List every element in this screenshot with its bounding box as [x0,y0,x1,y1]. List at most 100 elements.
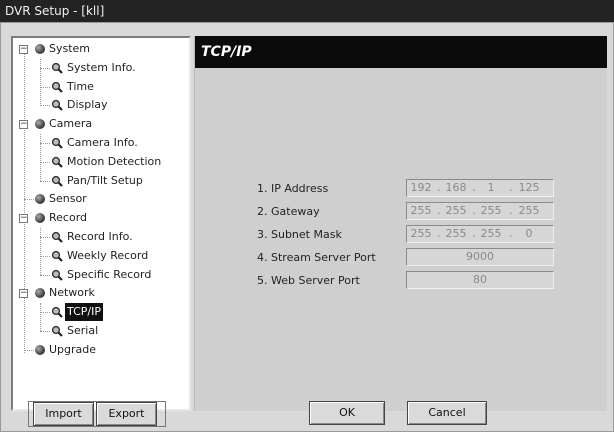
gateway-field[interactable]: 255. 255. 255. 255 [406,202,554,220]
tree-item-tcp-ip[interactable]: TCP/IP [13,303,189,322]
ip-address-field[interactable]: 192. 168. 1. 125 [406,179,554,197]
cancel-button[interactable]: Cancel [407,401,487,425]
magnifier-icon [51,269,63,281]
tree-item-serial[interactable]: Serial [13,322,189,340]
ip-octet-3[interactable]: 255 [479,203,503,219]
tree-item-label: Camera Info. [67,136,138,149]
tree-item-pan-tilt-setup[interactable]: Pan/Tilt Setup [13,172,189,190]
button-bar: Import Export OK Cancel [1,395,613,431]
collapse-toggle-icon[interactable]: − [19,45,28,54]
tree-connector [40,331,50,332]
collapse-toggle-icon[interactable]: − [19,289,28,299]
magnifier-icon [51,137,63,149]
tree-item-label: Motion Detection [67,154,162,168]
tree-item-label: Time [67,79,94,93]
ip-octet-2[interactable]: 255 [444,226,468,242]
settings-tree[interactable]: − System System Info. Time Display − Camera Cam… [11,36,191,411]
tree-item-display[interactable]: Display [13,96,189,114]
tree-connector [40,312,50,314]
stream-server-port-label: 4. Stream Server Port [257,251,376,264]
ip-separator: . [472,227,476,240]
ip-octet-1[interactable]: 192 [409,180,433,196]
tree-item-camera[interactable]: − Camera [13,115,189,133]
tree-connector [40,161,50,163]
tree-item-network[interactable]: − Network [13,284,189,302]
tree-item-label: Record Info. [67,230,133,243]
settings-tree-content: − System System Info. Time Display − Camera Cam… [13,38,189,409]
tree-item-weekly-record[interactable]: Weekly Record [13,247,189,265]
tree-item-label: TCP/IP [65,303,103,322]
tree-item-record[interactable]: − Record [13,209,189,227]
magnifier-icon [51,325,63,337]
dvr-setup-window: − System System Info. Time Display − Camera Cam… [0,22,614,432]
tree-item-time[interactable]: Time [13,78,189,96]
tree-item-label: Camera [49,117,93,131]
tree-connector [40,274,50,276]
tree-item-camera-info[interactable]: Camera Info. [13,134,189,152]
ip-octet-1[interactable]: 255 [409,226,433,242]
tree-connector [40,105,50,107]
tree-item-label: Serial [67,324,99,337]
stream-server-port-field[interactable]: 9000 [406,248,554,266]
ip-octet-4[interactable]: 255 [517,203,541,219]
tree-item-label: Record [49,211,88,225]
tree-item-label: Specific Record [67,267,152,281]
export-button[interactable]: Export [96,402,157,426]
tree-item-sensor[interactable]: Sensor [13,190,189,208]
import-export-group: Import Export [28,401,166,427]
tree-connector [40,143,50,144]
tree-item-label: Display [67,98,108,112]
tree-item-label: System [49,42,91,55]
ip-octet-2[interactable]: 168 [444,180,468,196]
gear-icon [35,194,45,205]
magnifier-icon [51,81,63,93]
collapse-toggle-icon[interactable]: − [19,214,28,224]
ip-separator: . [509,181,513,194]
tree-item-system-info[interactable]: System Info. [13,59,189,77]
tree-connector [40,180,50,182]
gateway-label: 2. Gateway [257,205,320,218]
ip-octet-4[interactable]: 0 [517,226,541,242]
magnifier-icon [51,231,63,243]
ip-separator: . [437,204,441,217]
tree-item-specific-record[interactable]: Specific Record [13,266,189,284]
ip-octet-1[interactable]: 255 [409,203,433,219]
tree-connector [24,199,34,201]
tree-item-upgrade[interactable]: Upgrade [13,341,189,359]
gear-icon [35,288,45,299]
ip-octet-4[interactable]: 125 [517,180,541,196]
magnifier-icon [51,156,63,168]
ok-button[interactable]: OK [309,401,385,425]
gear-icon [35,44,45,54]
tree-item-label: System Info. [67,60,136,74]
import-button[interactable]: Import [33,402,94,426]
tree-item-label: Pan/Tilt Setup [67,173,143,187]
magnifier-icon [51,306,63,318]
gear-icon [35,213,45,224]
tree-item-record-info[interactable]: Record Info. [13,228,189,246]
tree-item-label: Upgrade [49,342,97,356]
tree-connector [40,237,50,238]
subnet-mask-field[interactable]: 255. 255. 255. 0 [406,225,554,243]
ip-address-label: 1. IP Address [257,182,329,195]
window-title-bar: DVR Setup - [kll] [0,0,614,22]
ip-octet-2[interactable]: 255 [444,203,468,219]
ip-octet-3[interactable]: 255 [479,226,503,242]
ip-separator: . [437,181,441,194]
tree-item-system[interactable]: − System [13,40,189,58]
ip-separator: . [437,227,441,240]
tree-item-label: Network [49,286,95,300]
collapse-toggle-icon[interactable]: − [19,120,28,130]
web-server-port-field[interactable]: 80 [406,271,554,289]
subnet-mask-label: 3. Subnet Mask [257,228,342,241]
magnifier-icon [51,99,63,112]
tree-item-label: Sensor [49,192,87,206]
ip-separator: . [509,227,513,240]
tree-item-label: Weekly Record [67,248,149,262]
ip-separator: . [509,204,513,217]
magnifier-icon [51,62,63,74]
ip-separator: . [472,181,476,194]
tree-item-motion-detection[interactable]: Motion Detection [13,153,189,171]
ip-octet-3[interactable]: 1 [479,180,503,196]
tree-connector [24,349,34,351]
